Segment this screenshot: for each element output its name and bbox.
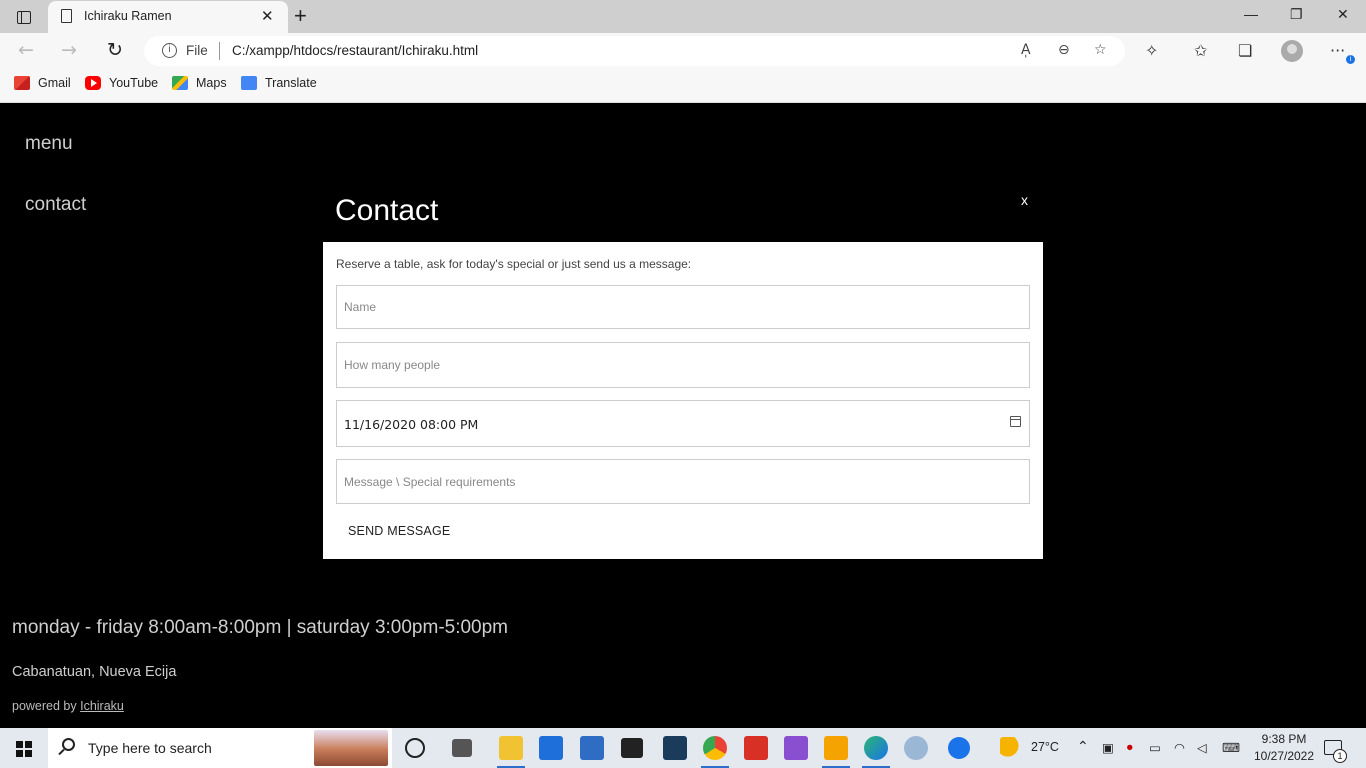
- microsoft-store-icon[interactable]: [539, 736, 563, 760]
- search-highlight-image[interactable]: [314, 730, 388, 766]
- datetime-value: 11/16/2020 08:00 PM: [344, 417, 479, 432]
- weather-moon-icon[interactable]: [1000, 737, 1022, 759]
- info-icon[interactable]: i: [162, 43, 177, 58]
- send-message-button[interactable]: SEND MESSAGE: [348, 524, 450, 538]
- paint-icon[interactable]: [904, 736, 928, 760]
- restore-button[interactable]: ❐: [1290, 6, 1303, 23]
- search-icon: [62, 738, 75, 751]
- visual-studio-icon[interactable]: [784, 736, 808, 760]
- dropbox-icon[interactable]: [621, 738, 643, 758]
- widgets-icon[interactable]: [452, 739, 472, 757]
- tab-actions-icon[interactable]: [8, 6, 40, 28]
- notification-count: 1: [1333, 749, 1347, 763]
- powered-by-link[interactable]: Ichiraku: [80, 699, 124, 713]
- more-menu-icon[interactable]: ···: [1330, 41, 1345, 60]
- taskbar-search[interactable]: Type here to search: [48, 728, 392, 768]
- page-icon: [61, 9, 72, 23]
- nav-menu-link[interactable]: menu: [25, 133, 73, 155]
- add-favorite-icon[interactable]: ☆: [1094, 42, 1107, 58]
- wifi-icon[interactable]: ◠: [1174, 740, 1185, 755]
- bookmark-maps[interactable]: Maps: [172, 76, 227, 90]
- meet-now-icon[interactable]: ▣: [1102, 740, 1114, 755]
- translate-icon: [241, 76, 257, 90]
- bookmark-gmail[interactable]: Gmail: [14, 76, 71, 90]
- bookmark-label: Translate: [265, 76, 317, 90]
- address-bar[interactable]: i File C:/xampp/htdocs/restaurant/Ichira…: [144, 36, 1125, 66]
- people-placeholder: How many people: [344, 358, 441, 372]
- update-badge: i: [1346, 55, 1355, 64]
- onedrive-status-icon[interactable]: ●: [1126, 740, 1134, 754]
- message-field[interactable]: Message \ Special requirements: [336, 459, 1030, 504]
- minimize-button[interactable]: —: [1244, 6, 1258, 22]
- help-icon[interactable]: [948, 737, 970, 759]
- tab-bar: Ichiraku Ramen ✕ + — ❐ ✕: [0, 0, 1366, 33]
- read-aloud-icon[interactable]: A̩: [1021, 42, 1031, 58]
- window-close-button[interactable]: ✕: [1337, 6, 1349, 23]
- start-button[interactable]: [16, 741, 32, 757]
- bookmark-youtube[interactable]: YouTube: [85, 76, 158, 90]
- form-intro: Reserve a table, ask for today's special…: [336, 257, 692, 271]
- powered-by: powered by Ichiraku: [12, 699, 124, 713]
- modal-title: Contact: [335, 194, 439, 227]
- edge-icon[interactable]: [862, 736, 890, 768]
- nav-contact-link[interactable]: contact: [25, 194, 86, 216]
- bookmark-label: YouTube: [109, 76, 159, 90]
- calendar-icon[interactable]: [1010, 416, 1021, 427]
- maps-icon: [172, 76, 188, 90]
- tab-title: Ichiraku Ramen: [84, 9, 172, 23]
- file-explorer-icon[interactable]: [497, 736, 525, 768]
- favorites-icon[interactable]: ✩: [1194, 41, 1207, 60]
- task-view-icon[interactable]: [405, 738, 425, 758]
- bookmark-label: Maps: [196, 76, 227, 90]
- clock-date: 10/27/2022: [1253, 749, 1315, 763]
- people-field[interactable]: How many people: [336, 342, 1030, 388]
- weather-temperature[interactable]: 27°C: [1031, 740, 1059, 754]
- mail-icon[interactable]: [580, 736, 604, 760]
- contact-form: Reserve a table, ask for today's special…: [323, 242, 1043, 559]
- message-placeholder: Message \ Special requirements: [344, 475, 516, 489]
- reload-button[interactable]: ↻: [107, 39, 123, 61]
- battery-icon[interactable]: ▭: [1149, 740, 1161, 755]
- browser-toolbar: ← → ↻ i File C:/xampp/htdocs/restaurant/…: [0, 33, 1366, 70]
- visual-studio-code-icon[interactable]: [663, 736, 687, 760]
- volume-icon[interactable]: ◁: [1197, 740, 1207, 755]
- tray-expand-icon[interactable]: ⌃: [1077, 738, 1089, 755]
- system-clock[interactable]: 9:38 PM 10/27/2022: [1252, 731, 1316, 765]
- name-placeholder: Name: [344, 300, 377, 314]
- gmail-icon: [14, 76, 30, 90]
- new-tab-button[interactable]: +: [294, 3, 307, 29]
- active-tab[interactable]: Ichiraku Ramen ✕: [48, 1, 288, 33]
- collections-icon[interactable]: ❏: [1238, 41, 1252, 60]
- tab-close-icon[interactable]: ✕: [261, 7, 274, 25]
- chrome-icon[interactable]: [701, 736, 729, 768]
- windows-taskbar: Type here to search 27°C ⌃ ▣ ● ▭ ◠ ◁ ⌨ 9…: [0, 728, 1366, 768]
- name-field[interactable]: Name: [336, 285, 1030, 329]
- search-placeholder: Type here to search: [88, 740, 212, 756]
- opening-hours: monday - friday 8:00am-8:00pm | saturday…: [12, 617, 509, 638]
- datetime-field[interactable]: 11/16/2020 08:00 PM: [336, 400, 1030, 447]
- extensions-icon[interactable]: ✧: [1145, 41, 1158, 60]
- youtube-icon: [85, 76, 101, 90]
- bookmark-translate[interactable]: Translate: [241, 76, 317, 90]
- keyboard-icon[interactable]: ⌨: [1222, 740, 1240, 755]
- bookmark-label: Gmail: [38, 76, 71, 90]
- profile-avatar[interactable]: [1281, 40, 1303, 62]
- restaurant-address: Cabanatuan, Nueva Ecija: [12, 664, 177, 680]
- sublime-text-icon[interactable]: [822, 736, 850, 768]
- powered-by-label: powered by: [12, 699, 77, 713]
- wps-office-icon[interactable]: [744, 736, 768, 760]
- clock-time: 9:38 PM: [1261, 732, 1307, 746]
- bookmarks-bar: Gmail YouTube Maps Translate: [0, 70, 1366, 103]
- modal-close-button[interactable]: x: [1021, 192, 1028, 208]
- url-scheme: File: [186, 43, 208, 58]
- url-text[interactable]: C:/xampp/htdocs/restaurant/Ichiraku.html: [232, 43, 478, 58]
- page-content: menu contact Contact x Reserve a table, …: [0, 103, 1366, 728]
- back-button[interactable]: ←: [18, 39, 34, 61]
- zoom-icon[interactable]: ⊖: [1058, 42, 1070, 58]
- address-separator: [219, 42, 220, 60]
- forward-button[interactable]: →: [61, 39, 77, 61]
